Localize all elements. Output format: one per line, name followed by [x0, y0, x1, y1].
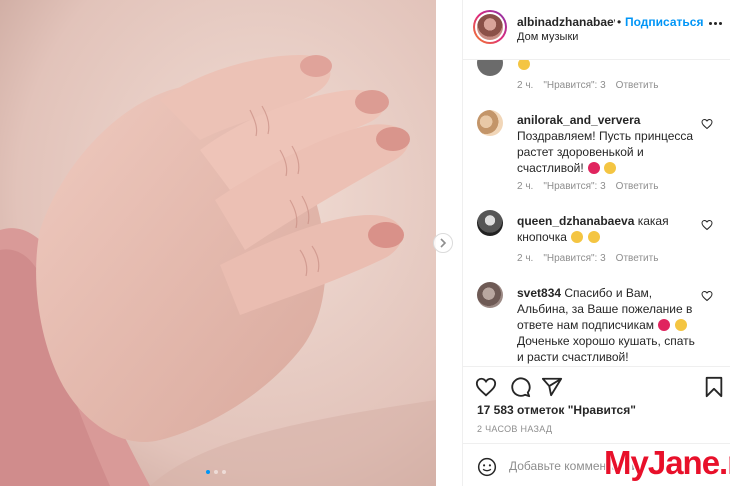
comment-avatar[interactable]: [477, 110, 503, 136]
comment-emoji-only: [517, 60, 697, 72]
header-separator: •: [617, 15, 622, 29]
comment-body: queen_dzhanabaeva какая кнопочка: [517, 213, 697, 245]
likes-count[interactable]: 17 583 отметок "Нравится": [477, 403, 636, 417]
post-actions: [463, 366, 730, 406]
comment-avatar[interactable]: [477, 60, 503, 76]
emoji-smile-icon[interactable]: [477, 457, 497, 477]
author-avatar[interactable]: [473, 10, 507, 44]
comment-username[interactable]: anilorak_and_ververa: [517, 113, 640, 127]
party-emoji-icon: [604, 162, 617, 174]
share-icon[interactable]: [541, 376, 563, 398]
post-location[interactable]: Дом музыки: [517, 31, 578, 43]
comment-likes[interactable]: "Нравится": 3: [543, 181, 605, 192]
author-username[interactable]: albinadzhanabaeva: [517, 15, 615, 29]
comment-username[interactable]: queen_dzhanabaeva: [517, 214, 634, 228]
comment-body: anilorak_and_ververa Поздравляем! Пусть …: [517, 112, 697, 176]
heart-icon[interactable]: [475, 376, 497, 398]
reply-button[interactable]: Ответить: [616, 253, 659, 264]
comment-time: 2 ч.: [517, 253, 534, 264]
comment-likes[interactable]: "Нравится": 3: [543, 80, 605, 91]
like-comment-heart-icon[interactable]: [701, 290, 713, 302]
carousel-dot: [214, 470, 218, 474]
carousel-dot-active: [206, 470, 210, 474]
site-watermark: MyJane.ru: [604, 444, 730, 481]
post-photo[interactable]: [0, 0, 436, 486]
more-dots-icon[interactable]: [709, 20, 725, 26]
post-side-panel: albinadzhanabaeva • Подписаться Дом музы…: [462, 0, 730, 486]
comment-icon[interactable]: [509, 376, 531, 398]
comment-body: svet834 Спасибо и Вам, Альбина, за Ваше …: [517, 285, 697, 365]
carousel-dots: [206, 470, 226, 474]
heart-eyes-emoji-icon: [587, 231, 600, 243]
comment-meta: 2 ч. "Нравится": 3 Ответить: [517, 253, 658, 264]
like-comment-heart-icon[interactable]: [701, 219, 713, 231]
comment-username[interactable]: svet834: [517, 286, 561, 300]
reply-button[interactable]: Ответить: [616, 80, 659, 91]
post-timestamp[interactable]: 2 ЧАСОВ НАЗАД: [477, 424, 552, 434]
comment-text-continued: Доченьке хорошо кушать, спать и расти сч…: [517, 334, 695, 364]
reply-button[interactable]: Ответить: [616, 181, 659, 192]
follow-button[interactable]: Подписаться: [625, 15, 703, 29]
baby-hand-photo: [0, 0, 436, 486]
comment-meta: 2 ч. "Нравится": 3 Ответить: [517, 80, 658, 91]
like-comment-heart-icon[interactable]: [701, 118, 713, 130]
hugging-emoji-icon: [674, 319, 687, 331]
next-slide-button[interactable]: [433, 233, 453, 253]
bookmark-icon[interactable]: [703, 376, 725, 398]
comment-likes[interactable]: "Нравится": 3: [543, 253, 605, 264]
comment-meta: 2 ч. "Нравится": 3 Ответить: [517, 181, 658, 192]
comment-time: 2 ч.: [517, 80, 534, 91]
comment-avatar[interactable]: [477, 282, 503, 308]
carousel-dot: [222, 470, 226, 474]
smile-emoji-icon: [518, 60, 530, 70]
cool-emoji-icon: [571, 231, 584, 243]
comment-time: 2 ч.: [517, 181, 534, 192]
post-header: albinadzhanabaeva • Подписаться Дом музы…: [463, 0, 730, 60]
heart-emoji-icon: [658, 319, 671, 331]
hearts-emoji-icon: [588, 162, 601, 174]
comment-avatar[interactable]: [477, 210, 503, 236]
chevron-right-icon: [440, 238, 447, 248]
comments-list[interactable]: 2 ч. "Нравится": 3 Ответить anilorak_and…: [463, 60, 730, 366]
